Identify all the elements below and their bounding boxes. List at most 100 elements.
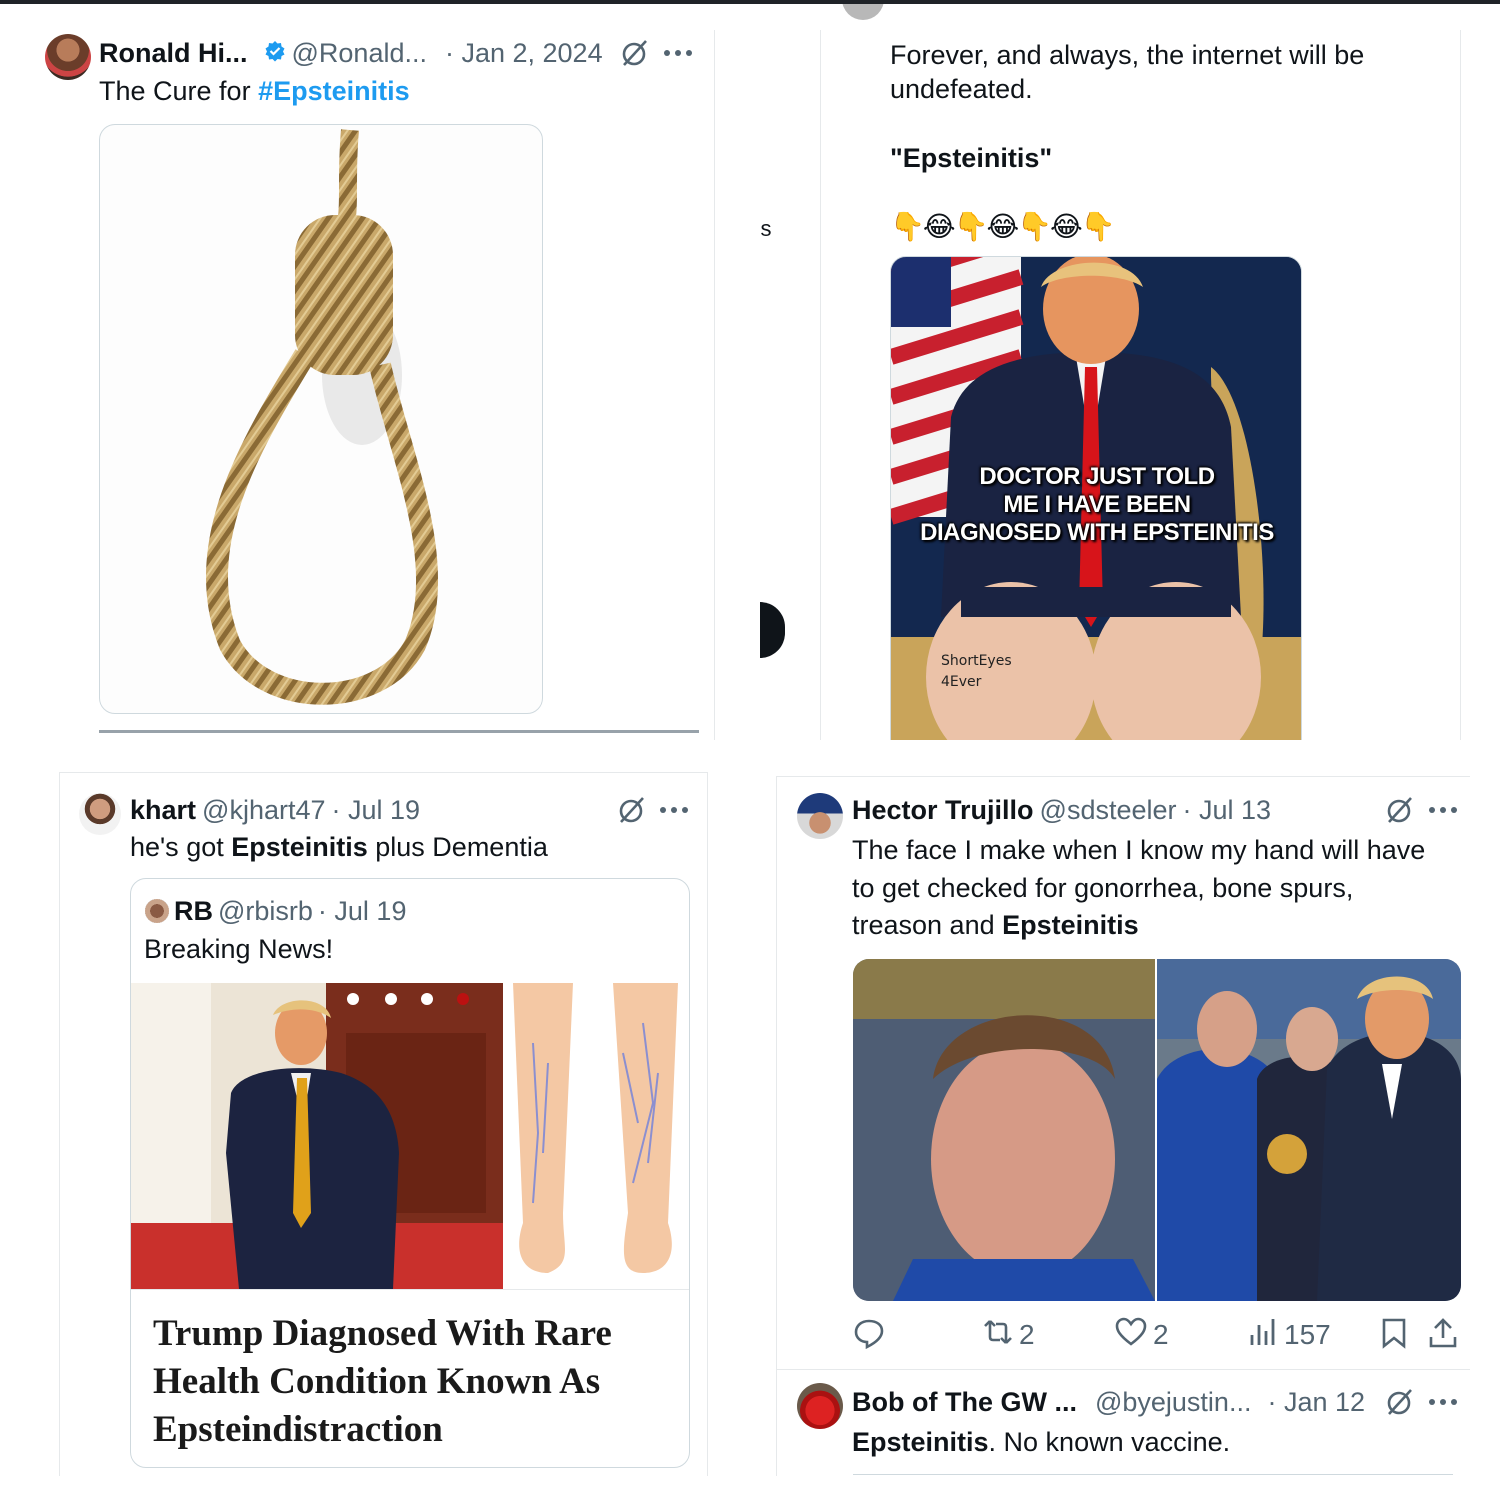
post-text-line2: to get checked for gonorrhea, bone spurs… bbox=[852, 873, 1354, 903]
headline-box: Trump Diagnosed With Rare Health Conditi… bbox=[131, 1289, 689, 1467]
post-text: The Cure for #Epsteinitis bbox=[99, 73, 410, 110]
author-name[interactable]: Bob of The GW ... bbox=[852, 1387, 1077, 1418]
headline-line2: Health Condition Known As bbox=[153, 1361, 601, 1402]
post-panel-ronald: Ronald Hi... @Ronald... · Jan 2, 2024 Th… bbox=[0, 4, 715, 740]
carousel-arrow-button[interactable] bbox=[760, 602, 785, 658]
grok-icon[interactable] bbox=[615, 793, 649, 827]
like-button[interactable]: 2 bbox=[1115, 1317, 1169, 1352]
post-text-prefix: The Cure for bbox=[99, 76, 259, 106]
avatar[interactable] bbox=[797, 793, 843, 839]
post-text-line3: treason and Epsteinitis bbox=[852, 907, 1139, 944]
media-top-edge bbox=[853, 1474, 1453, 1475]
post-emoji: 👇😂👇😂👇😂👇 bbox=[890, 211, 1116, 242]
action-bar: 2 2 157 bbox=[853, 1317, 1461, 1353]
more-icon[interactable] bbox=[656, 793, 692, 827]
like-icon bbox=[1115, 1317, 1147, 1352]
noose-illustration bbox=[206, 129, 439, 705]
meme-caption-line1: DOCTOR JUST TOLD bbox=[979, 463, 1215, 490]
post-text: Epsteinitis. No known vaccine. bbox=[852, 1424, 1230, 1461]
grok-icon[interactable] bbox=[1383, 1385, 1417, 1419]
verified-badge-icon bbox=[264, 40, 286, 67]
more-icon[interactable] bbox=[1425, 793, 1461, 827]
author-handle[interactable]: @Ronald... bbox=[292, 38, 427, 69]
post-text-bold: Epsteinitis bbox=[1002, 910, 1139, 940]
repost-icon bbox=[983, 1317, 1013, 1352]
author-handle[interactable]: @sdsteeler bbox=[1040, 795, 1177, 826]
action-bar-clipped bbox=[99, 730, 699, 740]
author-name[interactable]: khart bbox=[130, 795, 196, 826]
sidebar-text-fragment: s bbox=[760, 216, 772, 241]
like-count: 2 bbox=[1153, 1318, 1169, 1350]
avatar[interactable] bbox=[797, 1383, 843, 1429]
post-text-prefix: he's got bbox=[130, 832, 232, 862]
post-text-line2: undefeated. bbox=[890, 74, 1033, 104]
grok-icon[interactable] bbox=[1383, 793, 1417, 827]
post-image-left[interactable] bbox=[853, 959, 1155, 1301]
views-button[interactable]: 157 bbox=[1248, 1317, 1331, 1352]
post-text-line1: Forever, and always, the internet will b… bbox=[890, 40, 1365, 70]
meme-caption-line2: ME I HAVE BEEN bbox=[1003, 491, 1191, 518]
reply-button[interactable] bbox=[853, 1317, 885, 1354]
quoted-avatar[interactable] bbox=[145, 899, 169, 923]
quoted-post[interactable]: RB @rbisrb · Jul 19 Breaking News! Trump… bbox=[130, 878, 690, 1468]
post-text-prefix: treason and bbox=[852, 910, 1003, 940]
bookmark-button[interactable] bbox=[1381, 1317, 1407, 1354]
quoted-author-handle[interactable]: @rbisrb bbox=[218, 896, 313, 927]
share-button[interactable] bbox=[1428, 1317, 1458, 1354]
post-text-quote: "Epsteinitis" bbox=[890, 143, 1053, 173]
more-icon[interactable] bbox=[1425, 1385, 1461, 1419]
post-image-meme[interactable]: DOCTOR JUST TOLD ME I HAVE BEEN DIAGNOSE… bbox=[890, 256, 1302, 740]
post-panel-hector: Hector Trujillo @sdsteeler · Jul 13 The … bbox=[776, 776, 1470, 1476]
author-handle[interactable]: @kjhart47 bbox=[202, 795, 325, 826]
repost-count: 2 bbox=[1019, 1318, 1035, 1350]
quoted-image-legs bbox=[503, 983, 689, 1289]
post-date[interactable]: · Jul 19 bbox=[332, 795, 421, 826]
post-image-grid[interactable] bbox=[853, 959, 1461, 1301]
more-icon[interactable] bbox=[660, 36, 696, 70]
post-header: Hector Trujillo @sdsteeler · Jul 13 bbox=[852, 792, 1271, 828]
post-panel-forever: s Forever, and always, the internet will… bbox=[760, 4, 1500, 740]
post-text: he's got Epsteinitis plus Dementia bbox=[130, 829, 548, 866]
post-header-bob: Bob of The GW ... @byejustin... · Jan 12 bbox=[852, 1384, 1365, 1420]
post-panel-khart: khart @kjhart47 · Jul 19 he's got Epstei… bbox=[59, 772, 708, 1476]
grok-icon[interactable] bbox=[618, 36, 652, 70]
reply-icon bbox=[853, 1317, 885, 1354]
views-count: 157 bbox=[1284, 1318, 1331, 1350]
author-name[interactable]: Ronald Hi... bbox=[99, 38, 248, 69]
post-text-line1: The face I make when I know my hand will… bbox=[852, 835, 1426, 865]
post-header: khart @kjhart47 · Jul 19 bbox=[130, 792, 420, 828]
post-image-noose[interactable] bbox=[99, 124, 543, 714]
quoted-author-name[interactable]: RB bbox=[174, 896, 213, 927]
divider bbox=[1460, 30, 1461, 740]
hashtag-link[interactable]: #Epsteinitis bbox=[258, 76, 410, 106]
views-icon bbox=[1248, 1317, 1278, 1352]
post-header: Ronald Hi... @Ronald... · Jan 2, 2024 bbox=[99, 35, 603, 71]
share-icon bbox=[1428, 1317, 1458, 1354]
quoted-header: RB @rbisrb · Jul 19 bbox=[174, 893, 406, 929]
divider bbox=[714, 30, 715, 740]
headline-line1: Trump Diagnosed With Rare bbox=[153, 1313, 612, 1354]
quoted-image-trump bbox=[131, 983, 503, 1289]
divider bbox=[820, 30, 821, 740]
post-text-bold: Epsteinitis bbox=[852, 1427, 989, 1457]
repost-button[interactable]: 2 bbox=[983, 1317, 1035, 1352]
post-text-suffix: . No known vaccine. bbox=[988, 1427, 1231, 1457]
post-divider bbox=[777, 1369, 1470, 1370]
avatar[interactable] bbox=[842, 4, 884, 20]
author-name[interactable]: Hector Trujillo bbox=[852, 795, 1034, 826]
bookmark-icon bbox=[1381, 1317, 1407, 1354]
post-image-right[interactable] bbox=[1157, 959, 1461, 1301]
post-date[interactable]: · Jul 13 bbox=[1183, 795, 1272, 826]
post-date[interactable]: · Jan 2, 2024 bbox=[445, 38, 603, 69]
author-handle[interactable]: @byejustin... bbox=[1095, 1387, 1251, 1418]
meme-caption-line3: DIAGNOSED WITH EPSTEINITIS bbox=[920, 519, 1274, 546]
post-date[interactable]: · Jan 12 bbox=[1267, 1387, 1365, 1418]
avatar[interactable] bbox=[79, 793, 121, 835]
headline-line3: Epsteindistraction bbox=[153, 1409, 443, 1450]
quoted-text: Breaking News! bbox=[144, 934, 334, 964]
watermark-line2: 4Ever bbox=[941, 674, 982, 690]
watermark-line1: ShortEyes bbox=[941, 653, 1012, 669]
post-text-bold: Epsteinitis bbox=[231, 832, 368, 862]
avatar[interactable] bbox=[45, 34, 91, 80]
quoted-post-date[interactable]: · Jul 19 bbox=[318, 896, 407, 927]
